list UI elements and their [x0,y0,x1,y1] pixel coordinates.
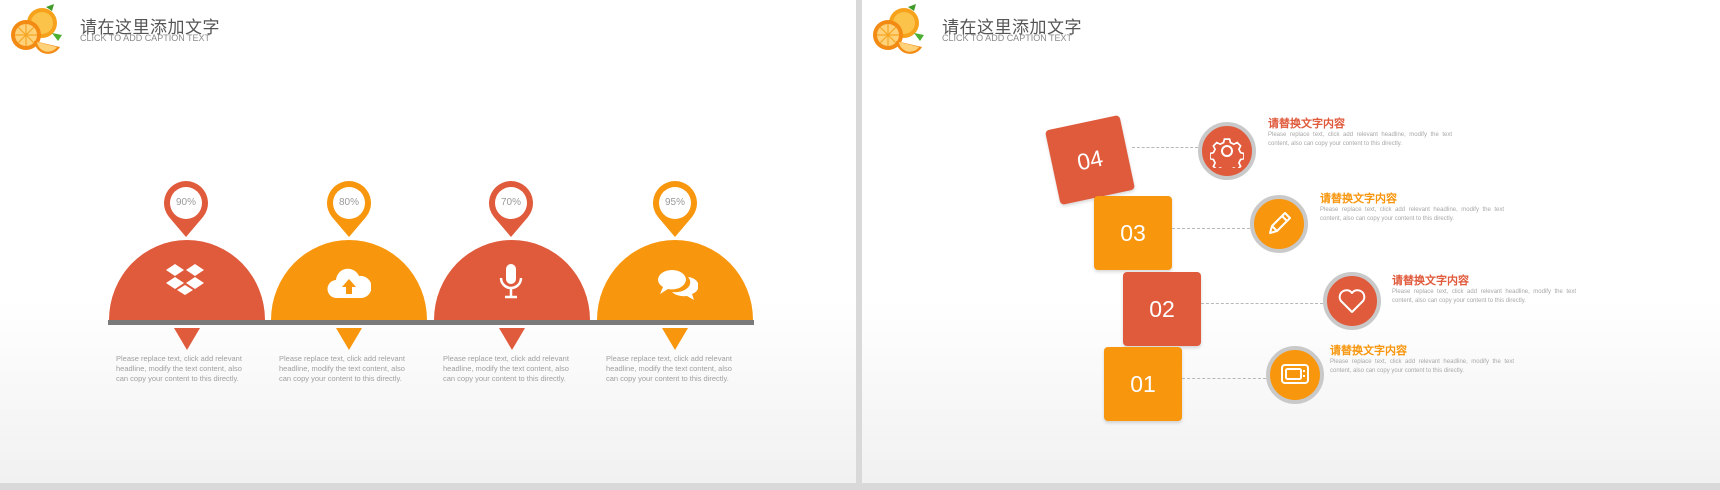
step-icon-circle [1266,346,1324,404]
page-subtitle: CLICK TO ADD CAPTION TEXT [942,33,1073,43]
percent-pin: 80% [326,181,372,239]
step-title: 请替换文字内容 [1392,274,1469,287]
percent-pin: 90% [163,181,209,239]
connector-line [1132,147,1198,148]
connector-line [1182,378,1266,379]
step-number-block: 04 [1044,114,1136,206]
item-description: Please replace text, click add relevant … [116,354,242,383]
page-subtitle: CLICK TO ADD CAPTION TEXT [80,33,211,43]
heart-icon [1338,289,1366,313]
item-description: Please replace text, click add relevant … [606,354,732,383]
step-title: 请替换文字内容 [1320,192,1397,205]
cloud-upload-icon [327,268,371,299]
tv-icon [1281,364,1309,384]
percent-pin: 95% [652,181,698,239]
orange-logo-icon [11,4,62,54]
orange-logo-icon [873,4,924,54]
down-triangle [174,328,200,350]
gear-icon [1210,138,1244,168]
microphone-icon [499,264,523,299]
step-icon-circle [1323,272,1381,330]
step-number-block: 01 [1104,347,1182,421]
timeline-baseline [108,320,754,325]
step-number-block: 02 [1123,272,1201,346]
dropbox-icon [166,264,204,295]
step-number-block: 03 [1094,196,1172,270]
percent-label: 80% [338,197,359,208]
step-icon-circle [1250,195,1308,253]
item-description: Please replace text, click add relevant … [443,354,569,383]
step-description: Please replace text, click add relevant … [1320,207,1504,222]
step-description: Please replace text, click add relevant … [1268,132,1452,147]
percent-label: 95% [664,197,685,208]
percent-label: 90% [175,197,196,208]
chat-icon [658,270,698,300]
percent-label: 70% [500,197,521,208]
connector-line [1201,303,1323,304]
down-triangle [662,328,688,350]
down-triangle [336,328,362,350]
slide-numbered-steps: 请在这里添加文字 CLICK TO ADD CAPTION TEXT 04 请替… [862,0,1720,483]
percent-pin: 70% [488,181,534,239]
down-triangle [499,328,525,350]
item-description: Please replace text, click add relevant … [279,354,405,383]
slide-percent-domes: 请在这里添加文字 CLICK TO ADD CAPTION TEXT 90% P… [0,0,856,483]
step-title: 请替换文字内容 [1268,117,1345,130]
step-title: 请替换文字内容 [1330,344,1407,357]
pencil-icon [1269,212,1291,234]
step-description: Please replace text, click add relevant … [1330,359,1514,374]
step-icon-circle [1198,122,1256,180]
step-description: Please replace text, click add relevant … [1392,289,1576,304]
connector-line [1172,228,1250,229]
